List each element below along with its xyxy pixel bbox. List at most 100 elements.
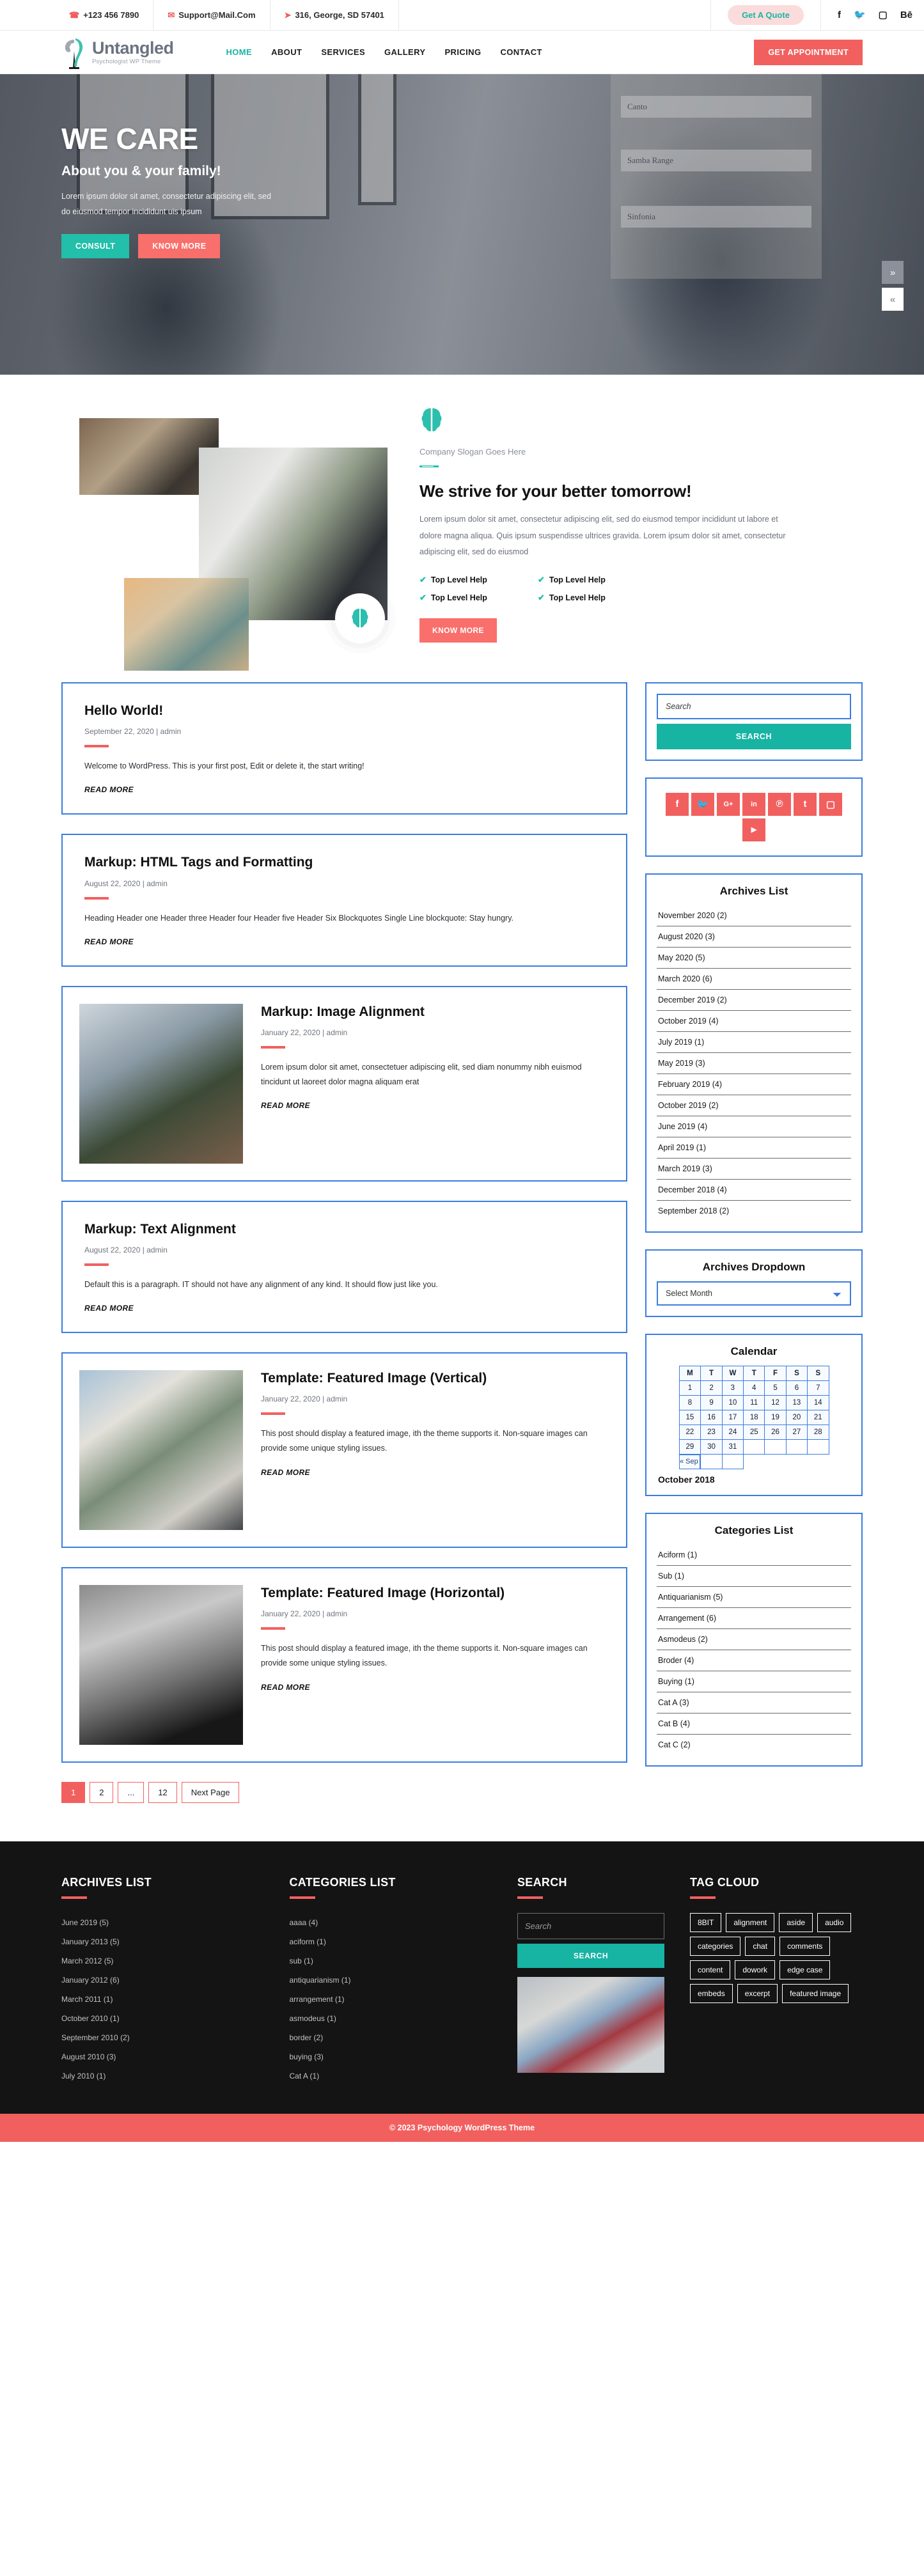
read-more-link[interactable]: READ MORE bbox=[261, 1468, 310, 1477]
consult-button[interactable]: CONSULT bbox=[61, 233, 130, 258]
nav-item-services[interactable]: SERVICES bbox=[321, 47, 365, 57]
footer-archive-item[interactable]: July 2010 (1) bbox=[61, 2066, 264, 2086]
nav-item-contact[interactable]: CONTACT bbox=[500, 47, 542, 57]
pagination-next-page[interactable]: Next Page bbox=[181, 1782, 240, 1803]
nav-item-home[interactable]: HOME bbox=[226, 47, 253, 57]
category-item[interactable]: Buying (1) bbox=[657, 1671, 851, 1693]
calendar-day[interactable]: 8 bbox=[678, 1394, 701, 1410]
footer-category-item[interactable]: arrangement (1) bbox=[290, 1990, 492, 2009]
category-item[interactable]: Asmodeus (2) bbox=[657, 1629, 851, 1651]
tag-item[interactable]: chat bbox=[745, 1937, 776, 1956]
calendar-day[interactable]: 25 bbox=[743, 1424, 765, 1440]
footer-archive-item[interactable]: March 2012 (5) bbox=[61, 1951, 264, 1971]
pagination-page-2[interactable]: 2 bbox=[90, 1782, 114, 1803]
calendar-day[interactable]: 16 bbox=[700, 1409, 723, 1425]
calendar-day[interactable]: 5 bbox=[764, 1380, 787, 1396]
category-item[interactable]: Broder (4) bbox=[657, 1650, 851, 1672]
calendar-day[interactable]: 24 bbox=[721, 1424, 744, 1440]
calendar-day[interactable]: 14 bbox=[807, 1394, 829, 1410]
archive-item[interactable]: June 2019 (4) bbox=[657, 1116, 851, 1137]
calendar-day[interactable]: 3 bbox=[721, 1380, 744, 1396]
category-item[interactable]: Cat C (2) bbox=[657, 1735, 851, 1755]
calendar-day[interactable]: 19 bbox=[764, 1409, 787, 1425]
pagination-ellipsis[interactable]: ... bbox=[118, 1782, 145, 1803]
tag-item[interactable]: embeds bbox=[690, 1984, 733, 2003]
tag-item[interactable]: featured image bbox=[782, 1984, 849, 2003]
post-title[interactable]: Markup: Image Alignment bbox=[261, 1004, 609, 1020]
calendar-day[interactable]: 23 bbox=[700, 1424, 723, 1440]
tag-item[interactable]: aside bbox=[779, 1913, 813, 1932]
category-item[interactable]: Sub (1) bbox=[657, 1566, 851, 1588]
nav-item-pricing[interactable]: PRICING bbox=[444, 47, 481, 57]
calendar-day[interactable]: 28 bbox=[807, 1424, 829, 1440]
get-appointment-button[interactable]: GET APPOINTMENT bbox=[754, 39, 863, 65]
tag-item[interactable]: edge case bbox=[779, 1960, 831, 1979]
footer-archive-item[interactable]: August 2010 (3) bbox=[61, 2047, 264, 2066]
post-thumbnail[interactable] bbox=[79, 1003, 243, 1164]
calendar-day[interactable]: 18 bbox=[743, 1409, 765, 1425]
tag-item[interactable]: excerpt bbox=[737, 1984, 778, 2003]
calendar-day[interactable]: 15 bbox=[678, 1409, 701, 1425]
footer-archive-item[interactable]: September 2010 (2) bbox=[61, 2028, 264, 2047]
calendar-day[interactable]: 26 bbox=[764, 1424, 787, 1440]
linkedin-icon[interactable]: in bbox=[742, 792, 765, 816]
calendar-day[interactable]: 21 bbox=[807, 1409, 829, 1425]
calendar-day[interactable]: 6 bbox=[785, 1380, 808, 1396]
calendar-day[interactable]: 31 bbox=[721, 1439, 744, 1455]
footer-search-input[interactable] bbox=[517, 1913, 664, 1939]
footer-category-item[interactable]: aciform (1) bbox=[290, 1932, 492, 1951]
category-item[interactable]: Arrangement (6) bbox=[657, 1608, 851, 1630]
read-more-link[interactable]: READ MORE bbox=[84, 1304, 134, 1313]
footer-category-item[interactable]: buying (3) bbox=[290, 2047, 492, 2066]
read-more-link[interactable]: READ MORE bbox=[84, 785, 134, 794]
calendar-day[interactable]: 13 bbox=[785, 1394, 808, 1410]
archive-item[interactable]: November 2020 (2) bbox=[657, 905, 851, 926]
archive-item[interactable]: July 2019 (1) bbox=[657, 1032, 851, 1053]
footer-archive-item[interactable]: June 2019 (5) bbox=[61, 1913, 264, 1932]
tag-item[interactable]: alignment bbox=[726, 1913, 775, 1932]
archives-dropdown-select[interactable]: Select Month bbox=[657, 1281, 851, 1306]
twitter-icon[interactable]: 🐦 bbox=[691, 792, 714, 816]
calendar-day[interactable]: 20 bbox=[785, 1409, 808, 1425]
calendar-day[interactable]: 30 bbox=[700, 1439, 723, 1455]
calendar-day[interactable]: 1 bbox=[678, 1380, 701, 1396]
search-button[interactable]: SEARCH bbox=[657, 723, 851, 749]
calendar-day[interactable]: 27 bbox=[785, 1424, 808, 1440]
read-more-link[interactable]: READ MORE bbox=[84, 937, 134, 946]
post-title[interactable]: Markup: HTML Tags and Formatting bbox=[84, 854, 604, 871]
slider-prev-icon[interactable]: « bbox=[882, 288, 904, 311]
archive-item[interactable]: December 2018 (4) bbox=[657, 1180, 851, 1201]
know-more-button[interactable]: KNOW MORE bbox=[138, 233, 221, 258]
tumblr-icon[interactable]: t bbox=[794, 792, 817, 816]
archive-item[interactable]: May 2020 (5) bbox=[657, 948, 851, 969]
tag-item[interactable]: categories bbox=[690, 1937, 741, 1956]
topbar-phone[interactable]: ☎ +123 456 7890 bbox=[0, 0, 154, 31]
calendar-day[interactable]: 7 bbox=[807, 1380, 829, 1396]
search-input[interactable] bbox=[657, 693, 851, 719]
topbar-email[interactable]: ✉ Support@Mail.Com bbox=[153, 0, 270, 31]
category-item[interactable]: Cat A (3) bbox=[657, 1692, 851, 1714]
category-item[interactable]: Antiquarianism (5) bbox=[657, 1587, 851, 1609]
calendar-prev-month-link[interactable]: « Sep bbox=[679, 1454, 700, 1469]
archive-item[interactable]: February 2019 (4) bbox=[657, 1074, 851, 1095]
calendar-day[interactable]: 4 bbox=[743, 1380, 765, 1396]
archive-item[interactable]: October 2019 (4) bbox=[657, 1011, 851, 1032]
read-more-link[interactable]: READ MORE bbox=[261, 1683, 310, 1692]
tag-item[interactable]: audio bbox=[817, 1913, 852, 1932]
post-title[interactable]: Template: Featured Image (Horizontal) bbox=[261, 1585, 609, 1602]
post-title[interactable]: Markup: Text Alignment bbox=[84, 1221, 604, 1238]
facebook-icon[interactable]: f bbox=[838, 10, 841, 20]
archive-item[interactable]: May 2019 (3) bbox=[657, 1053, 851, 1074]
get-a-quote-button[interactable]: Get A Quote bbox=[728, 5, 804, 25]
about-know-more-button[interactable]: KNOW MORE bbox=[419, 618, 497, 643]
topbar-address[interactable]: ➤ 316, George, SD 57401 bbox=[270, 0, 399, 31]
archive-item[interactable]: March 2019 (3) bbox=[657, 1159, 851, 1180]
tag-item[interactable]: dowork bbox=[735, 1960, 776, 1979]
nav-item-gallery[interactable]: GALLERY bbox=[384, 47, 425, 57]
archive-item[interactable]: April 2019 (1) bbox=[657, 1137, 851, 1159]
footer-archive-item[interactable]: January 2013 (5) bbox=[61, 1932, 264, 1951]
calendar-day[interactable]: 11 bbox=[743, 1394, 765, 1410]
archive-item[interactable]: October 2019 (2) bbox=[657, 1095, 851, 1116]
calendar-day[interactable]: 12 bbox=[764, 1394, 787, 1410]
post-thumbnail[interactable] bbox=[79, 1585, 243, 1745]
